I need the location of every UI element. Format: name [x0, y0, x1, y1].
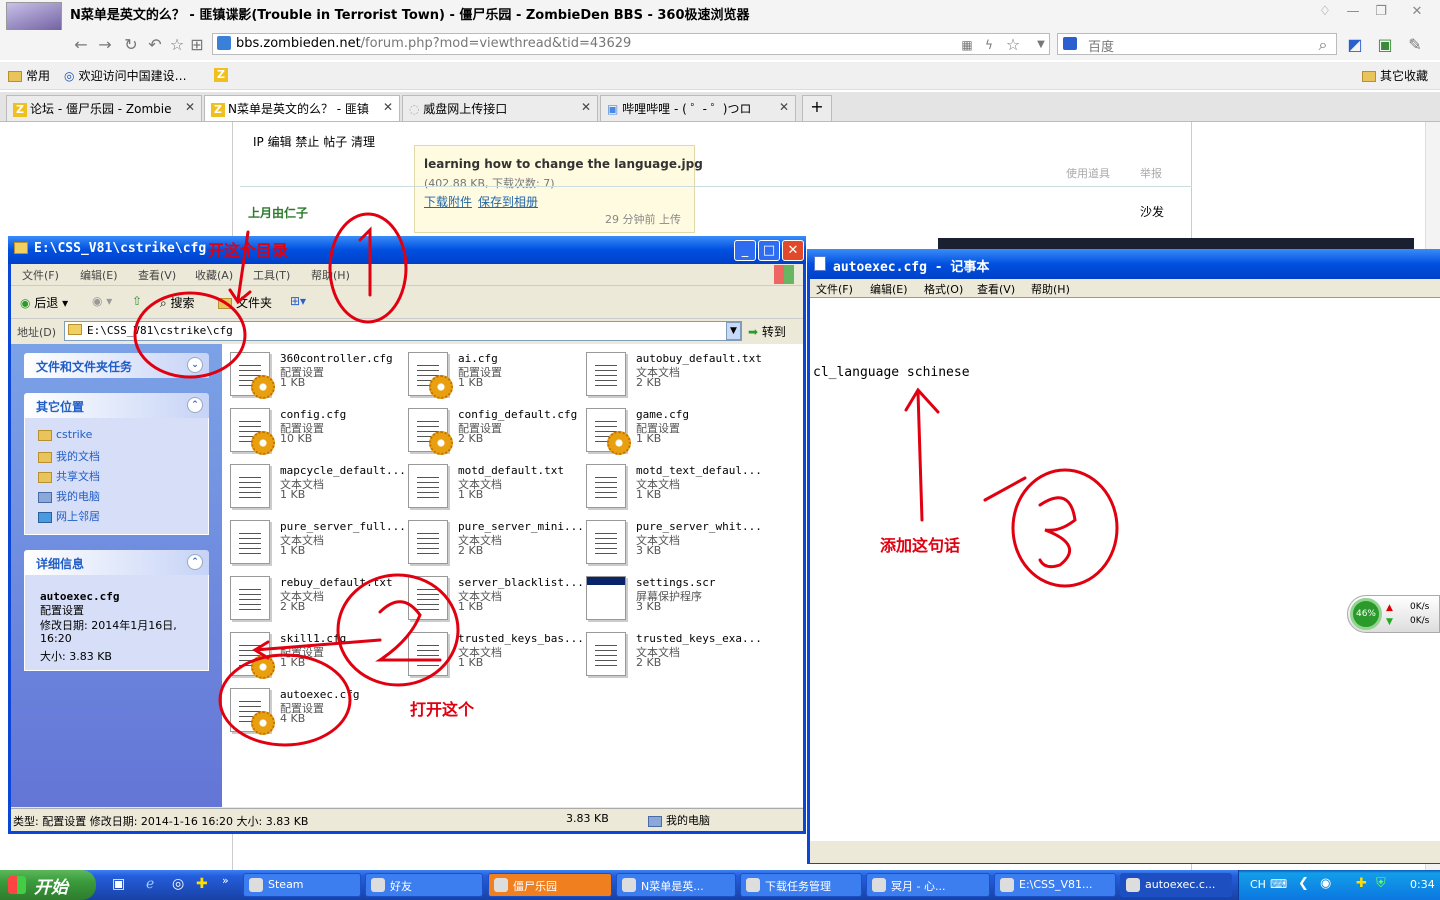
360-tray-icon[interactable]: ✚: [1356, 876, 1367, 891]
tray-expand-icon[interactable]: ❮: [1298, 876, 1309, 891]
taskbar-item[interactable]: 冥月 - 心...: [866, 873, 990, 897]
taskbar-item[interactable]: E:\CSS_V81...: [994, 873, 1116, 897]
quicklaunch-media-icon[interactable]: ✚: [196, 876, 208, 892]
security-shield-icon[interactable]: ⛨: [1376, 876, 1386, 891]
taskbar-item[interactable]: Steam: [243, 873, 361, 897]
digit-3-stroke: [1038, 496, 1077, 569]
annotation-open-dir: 开这个目录: [208, 241, 289, 260]
taskbar-item[interactable]: 好友: [365, 873, 483, 897]
windows-flag-icon: [8, 876, 26, 894]
taskbar-item[interactable]: 下载任务管理: [740, 873, 862, 897]
quicklaunch-desktop-icon[interactable]: ▣: [112, 876, 125, 892]
keyboard-icon[interactable]: ⌨: [1270, 877, 1287, 891]
circle-2: [336, 573, 460, 687]
circle-address: [133, 291, 247, 379]
clock[interactable]: 0:34: [1410, 878, 1435, 891]
steam-tray-icon[interactable]: ◉: [1320, 876, 1331, 891]
circle-autoexec: [218, 653, 352, 747]
annotation-overlay: [133, 212, 1119, 747]
quicklaunch-ie-icon[interactable]: ℯ: [146, 876, 154, 892]
bracket-stroke: [983, 476, 1027, 502]
arrow-up-stroke: [904, 387, 940, 522]
annotation-open-this: 打开这个: [410, 700, 475, 719]
quicklaunch-more-icon[interactable]: »: [222, 874, 229, 887]
taskbar-item[interactable]: 僵尸乐园: [488, 873, 612, 897]
annotation-add-line: 添加这句话: [880, 536, 961, 555]
quicklaunch-browser-icon[interactable]: ◎: [172, 876, 184, 892]
taskbar-item[interactable]: N菜单是英...: [616, 873, 736, 897]
digit-2-stroke: [375, 600, 442, 662]
input-lang[interactable]: CH: [1250, 878, 1266, 891]
digit-1-stroke: [358, 226, 372, 297]
taskbar-item[interactable]: autoexec.c...: [1120, 873, 1232, 897]
